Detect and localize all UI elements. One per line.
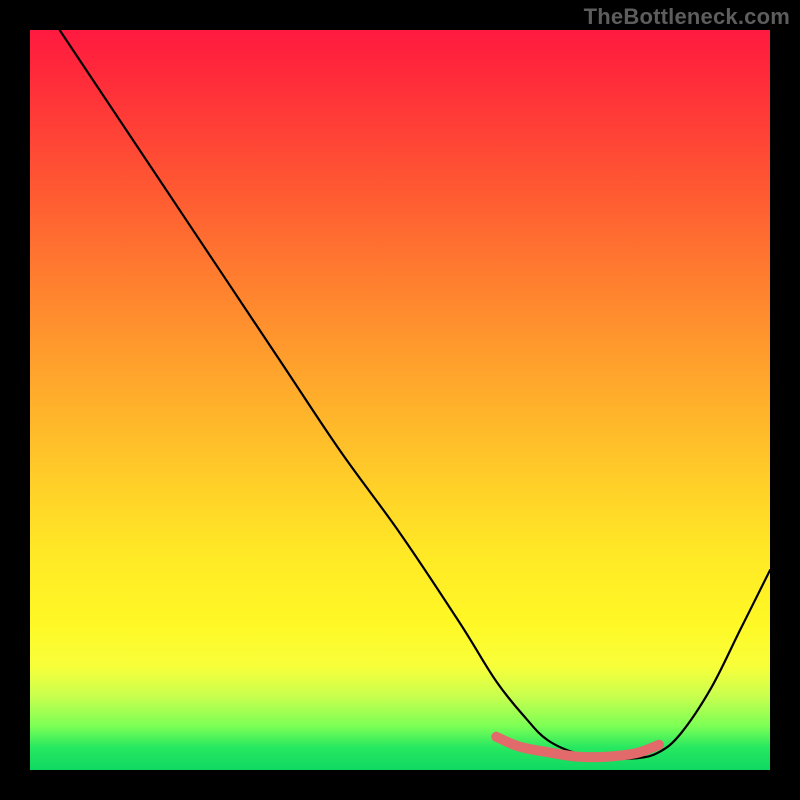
watermark-text: TheBottleneck.com — [584, 4, 790, 30]
red-segment-path — [496, 737, 659, 758]
chart-frame: TheBottleneck.com — [0, 0, 800, 800]
bottleneck-curve-path — [60, 30, 770, 759]
plot-area — [30, 30, 770, 770]
curve-overlay — [30, 30, 770, 770]
